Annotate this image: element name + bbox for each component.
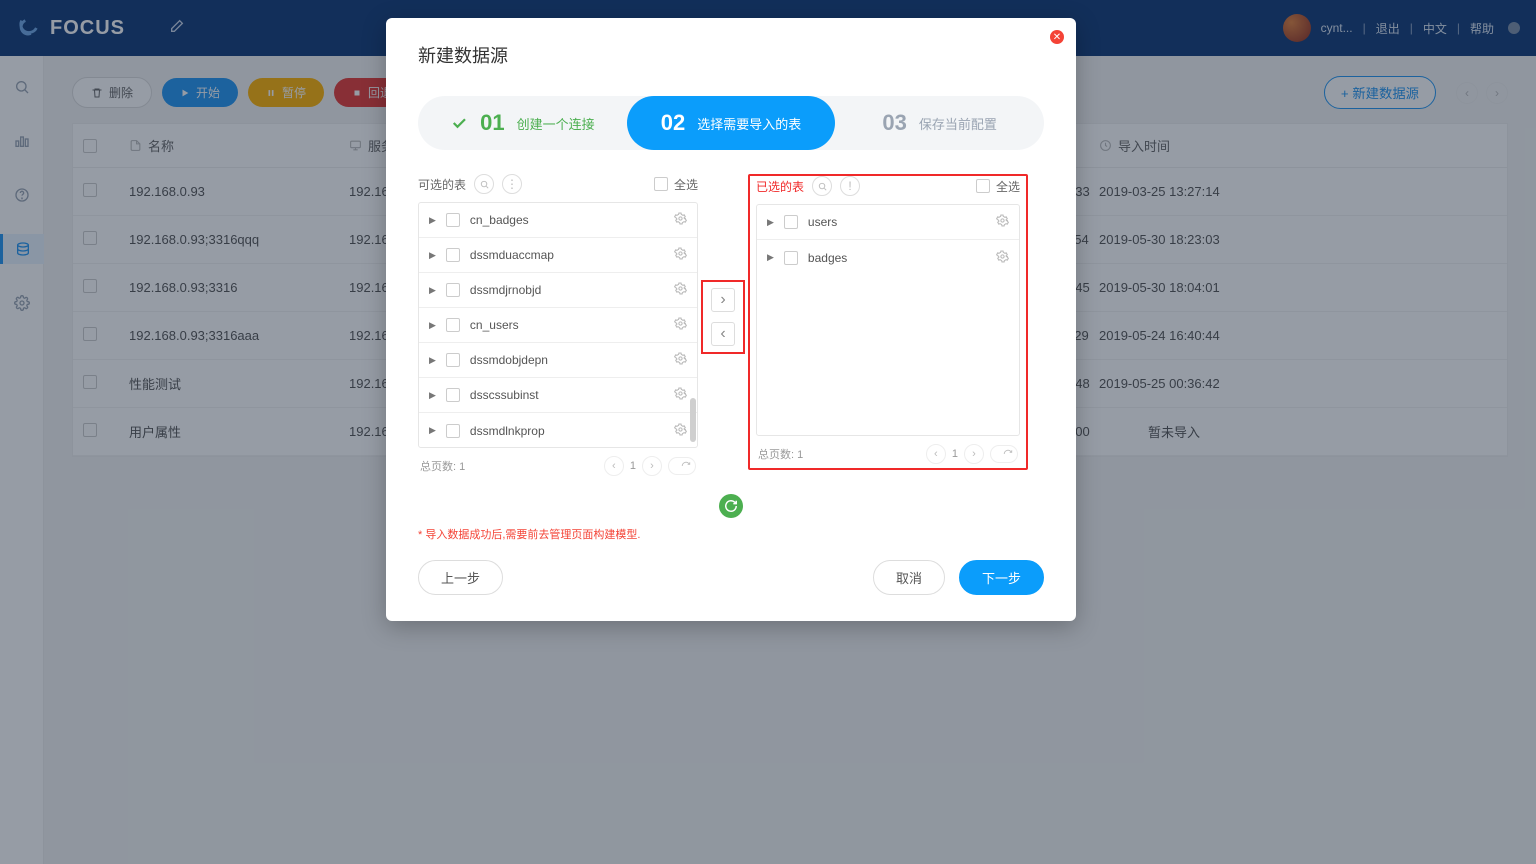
list-item[interactable]: ▶ dsscssubinst [419,378,697,413]
item-checkbox[interactable] [446,248,460,262]
right-total: 总页数: 1 [758,446,803,462]
item-label: dssmdlnkprop [470,424,545,438]
gear-icon[interactable] [674,212,687,228]
item-checkbox[interactable] [446,213,460,227]
refresh-icon[interactable] [719,494,743,518]
close-icon[interactable]: ✕ [1050,30,1064,44]
expand-icon[interactable]: ▶ [429,250,436,261]
left-prev[interactable]: ‹ [604,456,624,476]
import-tip: * 导入数据成功后,需要前去管理页面构建模型. [418,526,1044,542]
available-title: 可选的表 [418,176,466,193]
right-prev[interactable]: ‹ [926,444,946,464]
gear-icon[interactable] [674,317,687,333]
item-checkbox[interactable] [446,283,460,297]
list-item[interactable]: ▶ dssmdlnkprop [419,413,697,448]
item-label: dsscssubinst [470,388,539,402]
gear-icon[interactable] [674,247,687,263]
item-checkbox[interactable] [784,251,798,265]
right-page: 1 [952,448,958,460]
left-page: 1 [630,460,636,472]
item-label: dssmduaccmap [470,248,554,262]
list-item[interactable]: ▶ dssmdjrnobjd [419,273,697,308]
available-panel: 可选的表 ⋮ 全选 ▶ cn_badges ▶ dssmduaccmap ▶ dssmdj… [418,174,698,476]
step-2[interactable]: 02 选择需要导入的表 [627,96,836,150]
cancel-button[interactable]: 取消 [873,560,945,595]
gear-icon[interactable] [996,214,1009,230]
gear-icon[interactable] [674,387,687,403]
left-total: 总页数: 1 [420,458,465,474]
item-checkbox[interactable] [784,215,798,229]
move-buttons: › ‹ [701,280,745,354]
search-icon[interactable] [812,176,832,196]
expand-icon[interactable]: ▶ [767,217,774,228]
warn-icon[interactable]: ! [840,176,860,196]
expand-icon[interactable]: ▶ [429,425,436,436]
scrollbar[interactable] [689,203,697,447]
right-reload[interactable] [990,445,1018,463]
next-button[interactable]: 下一步 [959,560,1044,595]
expand-icon[interactable]: ▶ [429,390,436,401]
select-all-right[interactable]: 全选 [976,178,1020,195]
move-left-button[interactable]: ‹ [711,322,735,346]
list-item[interactable]: ▶ badges [757,240,1019,275]
steps: 01 创建一个连接 02 选择需要导入的表 03 保存当前配置 [418,96,1044,150]
list-item[interactable]: ▶ users [757,205,1019,240]
expand-icon[interactable]: ▶ [429,320,436,331]
left-next[interactable]: › [642,456,662,476]
right-next[interactable]: › [964,444,984,464]
item-label: badges [808,251,847,265]
select-all-left[interactable]: 全选 [654,176,698,193]
prev-button[interactable]: 上一步 [418,560,503,595]
item-label: cn_users [470,318,519,332]
expand-icon[interactable]: ▶ [429,355,436,366]
selected-list: ▶ users ▶ badges [756,204,1020,436]
item-checkbox[interactable] [446,424,460,438]
check-icon [450,114,468,132]
step-1[interactable]: 01 创建一个连接 [418,96,627,150]
modal-title: 新建数据源 [418,42,1044,68]
available-list: ▶ cn_badges ▶ dssmduaccmap ▶ dssmdjrnobjd ▶ cn_… [418,202,698,448]
list-item[interactable]: ▶ dssmduaccmap [419,238,697,273]
search-icon[interactable] [474,174,494,194]
left-reload[interactable] [668,457,696,475]
expand-icon[interactable]: ▶ [767,252,774,263]
expand-icon[interactable]: ▶ [429,215,436,226]
item-checkbox[interactable] [446,388,460,402]
list-item[interactable]: ▶ dssmdobjdepn [419,343,697,378]
expand-icon[interactable]: ▶ [429,285,436,296]
gear-icon[interactable] [674,352,687,368]
selected-title: 已选的表 [756,178,804,195]
gear-icon[interactable] [996,250,1009,266]
item-label: users [808,215,837,229]
item-label: dssmdjrnobjd [470,283,541,297]
item-label: cn_badges [470,213,529,227]
step-3[interactable]: 03 保存当前配置 [835,96,1044,150]
item-label: dssmdobjdepn [470,353,548,367]
item-checkbox[interactable] [446,353,460,367]
gear-icon[interactable] [674,423,687,439]
item-checkbox[interactable] [446,318,460,332]
gear-icon[interactable] [674,282,687,298]
list-item[interactable]: ▶ cn_badges [419,203,697,238]
new-datasource-modal: ✕ 新建数据源 01 创建一个连接 02 选择需要导入的表 03 保存当前配置 … [386,18,1076,621]
selected-panel: 已选的表 ! 全选 ▶ users ▶ badges 总页数: 1 ‹ 1 › [748,174,1028,470]
more-icon[interactable]: ⋮ [502,174,522,194]
list-item[interactable]: ▶ cn_users [419,308,697,343]
move-right-button[interactable]: › [711,288,735,312]
